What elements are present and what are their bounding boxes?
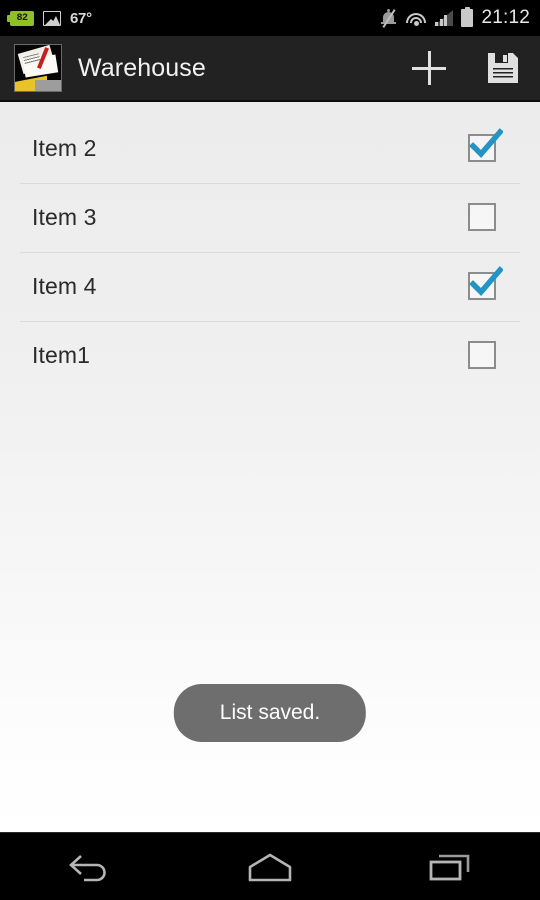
back-arrow-icon (69, 854, 106, 881)
list-item[interactable]: Item1 (0, 321, 540, 390)
cellular-signal-icon (434, 10, 454, 26)
plus-icon (412, 51, 446, 85)
list-item[interactable]: Item 2 (0, 114, 540, 183)
checkbox-checked[interactable] (468, 127, 503, 164)
status-bar-right: 21:12 (381, 6, 530, 29)
checkbox-box (468, 202, 496, 231)
list-item-label: Item 4 (32, 273, 97, 299)
battery-green-icon: 82 (7, 10, 34, 26)
gallery-picture-icon (43, 10, 61, 26)
recent-apps-icon (429, 854, 470, 880)
list-item-label: Item 2 (32, 135, 97, 161)
checkbox-box (468, 340, 496, 369)
toast-message: List saved. (173, 684, 367, 742)
list-item[interactable]: Item 4 (0, 252, 540, 321)
navigation-bar (0, 832, 540, 900)
temperature-label: 67° (70, 9, 92, 27)
home-icon (248, 853, 292, 881)
recents-button[interactable] (360, 833, 540, 900)
home-button[interactable] (180, 833, 360, 900)
page-title: Warehouse (78, 53, 206, 82)
checkbox-unchecked[interactable] (468, 202, 498, 233)
android-screen: 82 67° 21:12 Warehouse Item 2 Item 3 Ite… (0, 0, 540, 900)
status-bar-left: 82 67° (7, 9, 92, 27)
warehouse-app-icon[interactable] (14, 44, 62, 92)
list-item-label: Item1 (32, 342, 91, 368)
back-button[interactable] (0, 833, 180, 900)
checkmark-icon (469, 127, 503, 158)
list-item-label: Item 3 (32, 204, 97, 230)
battery-icon (461, 6, 474, 27)
add-item-button[interactable] (392, 35, 466, 101)
wifi-signal-icon (406, 11, 427, 26)
item-list: Item 2 Item 3 Item 4 Item1 (0, 102, 540, 390)
checkbox-checked[interactable] (468, 265, 503, 302)
floppy-disk-save-icon (488, 53, 518, 83)
status-bar: 82 67° 21:12 (0, 0, 540, 36)
save-list-button[interactable] (466, 35, 540, 101)
action-bar-actions (392, 35, 540, 101)
checkbox-unchecked[interactable] (468, 340, 498, 371)
action-bar: Warehouse (0, 36, 540, 102)
clock-label: 21:12 (481, 7, 530, 28)
list-item[interactable]: Item 3 (0, 183, 540, 252)
bell-muted-icon (381, 8, 398, 28)
battery-percent-label: 82 (16, 12, 28, 24)
checkmark-icon (469, 265, 503, 296)
